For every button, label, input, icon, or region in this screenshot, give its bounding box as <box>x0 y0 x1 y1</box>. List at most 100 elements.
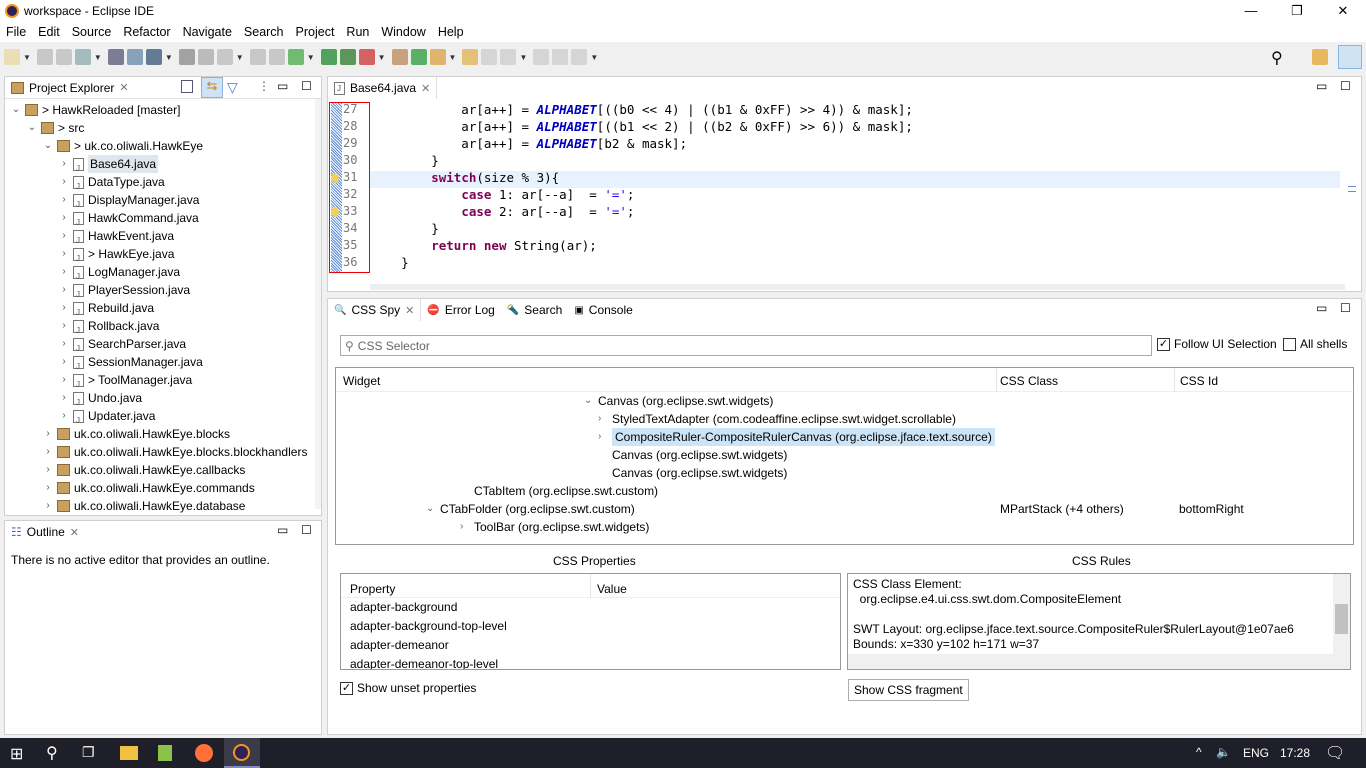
filter-icon[interactable]: ▽ <box>227 79 238 96</box>
widget-tree-table[interactable]: Widget CSS Class CSS Id ⌄ Canvas (org.ecl… <box>335 367 1354 545</box>
last-edit-icon[interactable] <box>533 49 550 65</box>
tree-item[interactable]: › uk.co.oliwali.HawkEye.commands <box>43 479 254 497</box>
all-shells-checkbox[interactable]: All shells <box>1283 337 1347 351</box>
file-explorer-icon[interactable] <box>120 746 138 760</box>
run-icon[interactable] <box>339 49 356 65</box>
build-icon[interactable] <box>126 49 143 65</box>
back-icon[interactable] <box>552 49 569 65</box>
chevron-right-icon[interactable]: › <box>59 371 69 389</box>
chevron-right-icon[interactable]: › <box>59 281 69 299</box>
maximize-view-icon[interactable]: ☐ <box>1340 301 1351 315</box>
skip-breakpoints-icon[interactable] <box>107 49 124 65</box>
show-hidden-icons[interactable]: ^ <box>1196 745 1202 759</box>
table-row[interactable]: CTabItem (org.eclipse.swt.custom) <box>336 482 1353 500</box>
column-widget[interactable]: Widget <box>343 374 380 388</box>
chevron-right-icon[interactable]: › <box>43 479 53 497</box>
collapse-all-icon[interactable] <box>181 80 193 93</box>
save-icon[interactable] <box>36 49 53 65</box>
menu-help[interactable]: Help <box>432 25 470 39</box>
chevron-right-icon[interactable]: › <box>59 245 69 263</box>
close-icon[interactable]: ✕ <box>70 526 79 539</box>
tree-item[interactable]: › uk.co.oliwali.HawkEye.database <box>43 497 245 515</box>
edit-icon[interactable] <box>216 49 233 65</box>
tree-item[interactable]: › > HawkEye.java <box>59 245 174 268</box>
search-icon[interactable]: ⚲ <box>46 743 58 763</box>
close-icon[interactable]: ✕ <box>421 82 430 95</box>
tree-item[interactable]: ⌄ > src <box>27 119 85 137</box>
tree-item[interactable]: › SessionManager.java <box>59 353 202 376</box>
tree-item[interactable]: › HawkCommand.java <box>59 209 198 232</box>
dropdown-arrow-icon[interactable]: ▼ <box>94 53 102 62</box>
chevron-right-icon[interactable]: › <box>59 317 69 335</box>
chevron-right-icon[interactable]: › <box>598 428 601 446</box>
chevron-right-icon[interactable]: › <box>59 227 69 245</box>
chevron-right-icon[interactable]: › <box>59 191 69 209</box>
tree-item[interactable]: › SearchParser.java <box>59 335 186 358</box>
language-indicator[interactable]: ENG <box>1243 746 1269 760</box>
menu-project[interactable]: Project <box>290 25 341 39</box>
tree-item[interactable]: › uk.co.oliwali.HawkEye.blocks <box>43 425 230 443</box>
horizontal-scrollbar[interactable] <box>370 284 1345 290</box>
property-row[interactable]: adapter-background-top-level <box>350 617 840 636</box>
table-row[interactable]: ⌄ CTabFolder (org.eclipse.swt.custom) MPar… <box>336 500 1353 518</box>
table-row[interactable]: ⌄ Canvas (org.eclipse.swt.widgets) <box>336 392 1353 410</box>
tree-item[interactable]: › DisplayManager.java <box>59 191 199 214</box>
css-properties-table[interactable]: Property Value adapter-background adapter… <box>340 573 841 670</box>
block-icon[interactable] <box>268 49 285 65</box>
chevron-right-icon[interactable]: › <box>59 353 69 371</box>
tab-console[interactable]: ▣ Console <box>568 299 638 321</box>
close-icon[interactable]: ✕ <box>119 81 128 94</box>
chevron-right-icon[interactable]: › <box>59 173 69 191</box>
eclipse-taskbar-button[interactable] <box>224 738 260 768</box>
chevron-right-icon[interactable]: › <box>43 497 53 515</box>
firefox-icon[interactable] <box>195 744 213 762</box>
menu-run[interactable]: Run <box>340 25 375 39</box>
debug-icon[interactable] <box>320 49 337 65</box>
minimize-button[interactable]: — <box>1228 0 1274 22</box>
dropdown-arrow-icon[interactable]: ▼ <box>590 53 598 62</box>
search-icon[interactable]: ⚲ <box>1271 48 1283 68</box>
chevron-right-icon[interactable]: › <box>59 263 69 281</box>
column-css-class[interactable]: CSS Class <box>1000 374 1058 388</box>
next-annotation-icon[interactable] <box>481 49 498 65</box>
tree-item[interactable]: › HawkEvent.java <box>59 227 174 250</box>
view-menu-icon[interactable]: ⋮ <box>258 79 270 93</box>
minimize-view-icon[interactable]: ▭ <box>277 523 288 537</box>
tree-item[interactable]: ⌄ > HawkReloaded [master] <box>11 101 181 119</box>
tree-item[interactable]: › Base64.java <box>59 155 159 178</box>
table-row[interactable]: Canvas (org.eclipse.swt.widgets) <box>336 446 1353 464</box>
tab-error-log[interactable]: ⛔ Error Log <box>421 299 500 321</box>
css-selector-input[interactable]: ⚲ CSS Selector <box>340 335 1152 356</box>
tree-item[interactable]: › Updater.java <box>59 407 155 430</box>
menu-edit[interactable]: Edit <box>32 25 66 39</box>
search-icon[interactable] <box>462 49 479 65</box>
table-row[interactable]: › CompositeRuler-CompositeRulerCanvas (or… <box>336 428 1353 446</box>
scrollbar[interactable] <box>315 99 321 509</box>
notepad-icon[interactable] <box>158 745 172 761</box>
chevron-right-icon[interactable]: › <box>59 389 69 407</box>
chevron-right-icon[interactable]: › <box>598 410 601 428</box>
chevron-right-icon[interactable]: › <box>59 335 69 353</box>
overview-ruler-marker[interactable] <box>1348 186 1356 192</box>
pin-icon[interactable] <box>197 49 214 65</box>
table-row[interactable]: › StyledTextAdapter (com.codeaffine.eclip… <box>336 410 1353 428</box>
property-row[interactable]: adapter-demeanor <box>350 636 840 655</box>
tree-item[interactable]: › LogManager.java <box>59 263 180 286</box>
tab-base64-java[interactable]: Base64.java ✕ <box>328 77 438 99</box>
lightbulb-warning-icon[interactable] <box>331 173 339 183</box>
tab-css-spy[interactable]: 🔍 CSS Spy ✕ <box>328 299 422 321</box>
menu-navigate[interactable]: Navigate <box>177 25 238 39</box>
lightbulb-warning-icon[interactable] <box>331 207 339 217</box>
show-whitespace-icon[interactable] <box>287 49 304 65</box>
copy-icon[interactable] <box>249 49 266 65</box>
minimize-view-icon[interactable]: ▭ <box>277 79 288 93</box>
tree-item[interactable]: › PlayerSession.java <box>59 281 190 304</box>
column-value[interactable]: Value <box>597 582 627 596</box>
follow-ui-selection-checkbox[interactable]: ✓ Follow UI Selection <box>1157 337 1277 351</box>
chevron-down-icon[interactable]: ⌄ <box>426 500 434 518</box>
tree-item[interactable]: ⌄ > uk.co.oliwali.HawkEye <box>43 137 203 155</box>
dropdown-arrow-icon[interactable]: ▼ <box>307 53 315 62</box>
menu-window[interactable]: Window <box>375 25 431 39</box>
menu-source[interactable]: Source <box>66 25 118 39</box>
horizontal-scrollbar[interactable] <box>848 654 1350 669</box>
